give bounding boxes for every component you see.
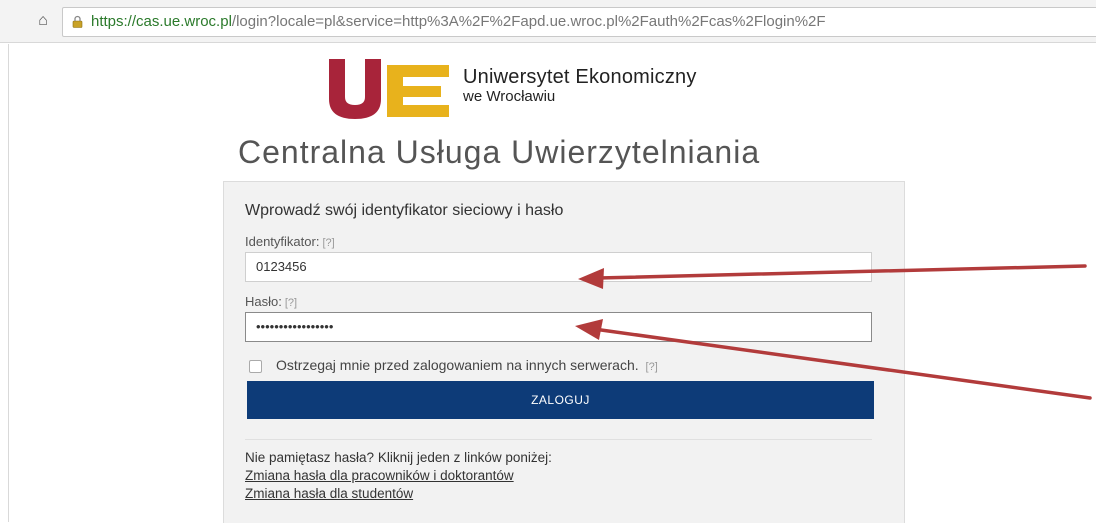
lock-icon	[72, 15, 83, 28]
home-icon[interactable]: ⌂	[34, 13, 52, 29]
password-help-link[interactable]: [?]	[285, 297, 297, 309]
login-form: Wprowadź swój identyfikator sieciowy i h…	[223, 181, 905, 523]
page-title: Centralna Usługa Uwierzytelniania	[238, 134, 761, 170]
id-label-text: Identyfikator:	[245, 234, 320, 249]
password-input[interactable]: •••••••••••••••••	[245, 312, 872, 342]
warn-help-link[interactable]: [?]	[646, 361, 658, 373]
link-password-staff[interactable]: Zmiana hasła dla pracowników i doktorant…	[245, 468, 514, 483]
university-name: Uniwersytet Ekonomiczny	[463, 66, 697, 88]
form-heading: Wprowadź swój identyfikator sieciowy i h…	[245, 202, 564, 219]
id-help-link[interactable]: [?]	[322, 237, 334, 249]
university-sub: we Wrocławiu	[463, 88, 556, 105]
password-label-text: Hasło:	[245, 294, 282, 309]
link-password-students[interactable]: Zmiana hasła dla studentów	[245, 486, 413, 501]
url-path: /login?locale=pl&service=http%3A%2F%2Fap…	[231, 13, 826, 30]
url-text: https://cas.ue.wroc.pl/login?locale=pl&s…	[91, 13, 826, 30]
warn-label-text: Ostrzegaj mnie przed zalogowaniem na inn…	[276, 357, 639, 373]
divider	[245, 439, 872, 440]
forgot-password-text: Nie pamiętasz hasła? Kliknij jeden z lin…	[245, 450, 552, 465]
id-label: Identyfikator: [?]	[245, 234, 335, 249]
url-host: https://cas.ue.wroc.pl	[91, 13, 232, 30]
password-label: Hasło: [?]	[245, 294, 297, 309]
login-button[interactable]: ZALOGUJ	[247, 381, 874, 419]
warn-label: Ostrzegaj mnie przed zalogowaniem na inn…	[276, 357, 658, 373]
browser-address-bar: ⌂ https://cas.ue.wroc.pl/login?locale=pl…	[0, 0, 1096, 43]
ue-logo-icon	[329, 59, 449, 119]
warn-checkbox[interactable]	[249, 360, 262, 373]
id-input[interactable]: 0123456	[245, 252, 872, 282]
url-field[interactable]: https://cas.ue.wroc.pl/login?locale=pl&s…	[62, 7, 1096, 37]
